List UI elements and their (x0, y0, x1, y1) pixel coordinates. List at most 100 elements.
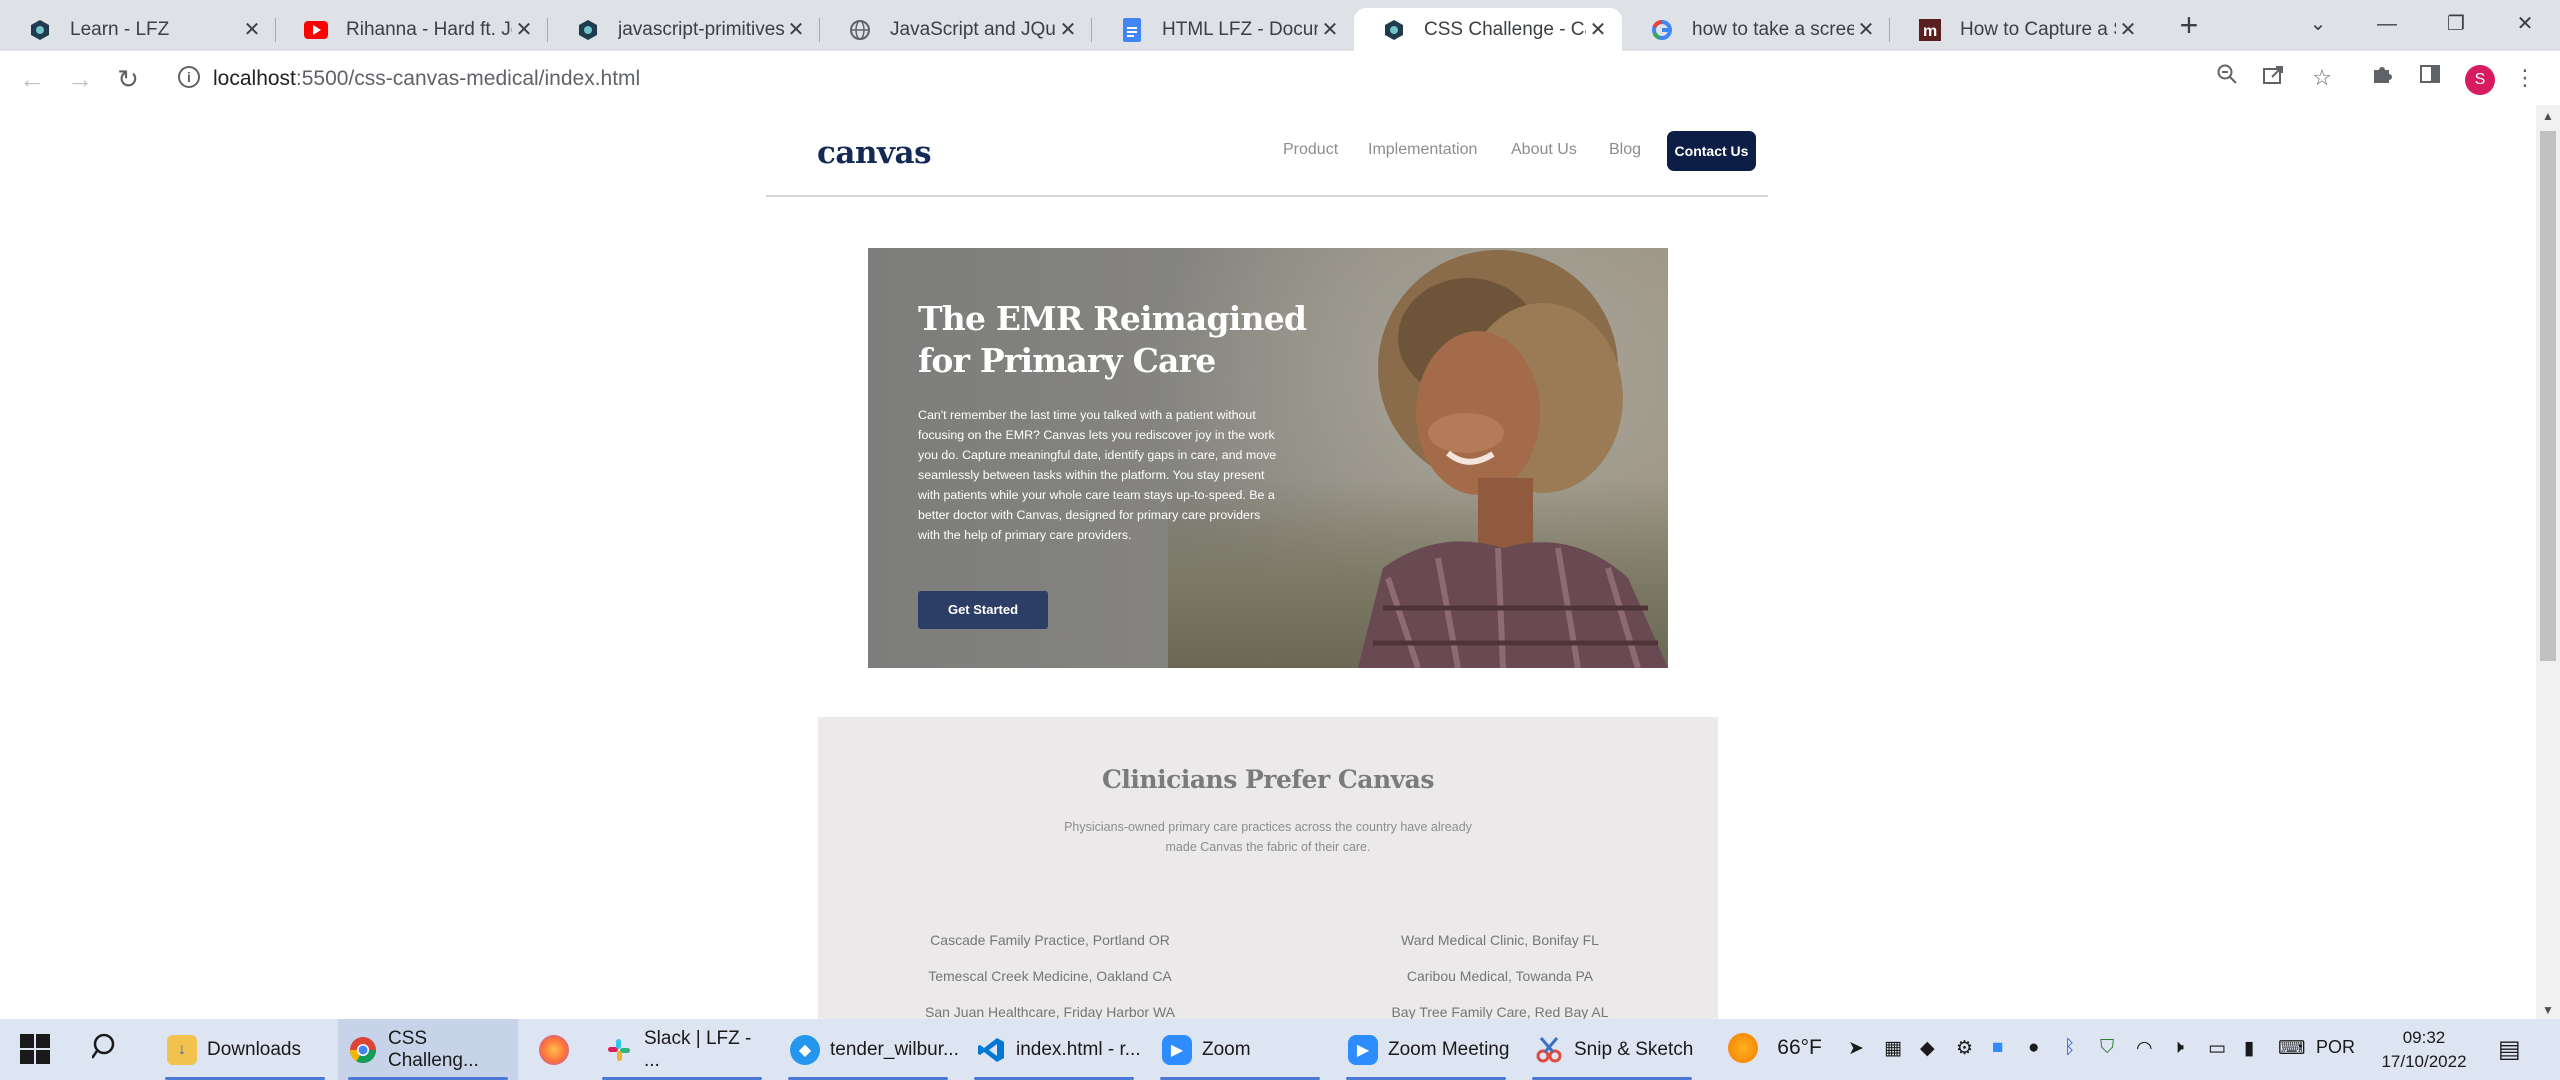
share-icon[interactable] (2259, 63, 2289, 93)
practice-item: Caribou Medical, Towanda PA (1406, 968, 1594, 984)
browser-toolbar: ← → ↻ i localhost:5500/css-canvas-medica… (0, 51, 2560, 104)
reload-icon[interactable]: ↻ (112, 63, 144, 95)
notifications-icon[interactable]: ▤ (2498, 1035, 2521, 1064)
tray-icon[interactable]: ▦ (1884, 1037, 1902, 1060)
globe-icon (848, 18, 872, 42)
browser-tab[interactable]: Rihanna - Hard ft. Jeezy ✕ (276, 8, 548, 51)
bluetooth-icon[interactable]: ᛒ (2064, 1037, 2075, 1059)
site-info-icon[interactable]: i (178, 66, 200, 88)
chrome-menu-icon[interactable]: ⋮ (2510, 63, 2540, 93)
slack-icon (604, 1035, 634, 1065)
taskbar-app-vscode[interactable]: index.html - r... (964, 1019, 1144, 1080)
browser-tab[interactable]: HTML LFZ - Documento ✕ (1092, 8, 1354, 51)
forward-arrow-icon[interactable]: → (64, 63, 96, 95)
browser-tab[interactable]: javascript-primitives-and-variables ✕ (548, 8, 820, 51)
browser-tab[interactable]: Learn - LFZ ✕ (0, 8, 276, 51)
scroll-down-arrow-icon[interactable]: ▼ (2541, 1003, 2555, 1017)
taskbar-app-firefox[interactable] (524, 1019, 584, 1080)
taskbar-app-zoom[interactable]: ▶ Zoom (1150, 1019, 1330, 1080)
nav-link-product[interactable]: Product (1283, 141, 1338, 159)
bookmark-star-icon[interactable]: ☆ (2307, 63, 2337, 93)
new-tab-button[interactable]: + (2173, 9, 2205, 42)
practice-item: Temescal Creek Medicine, Oakland CA (928, 968, 1172, 984)
zoom-magnifier-icon[interactable] (2212, 63, 2242, 93)
practice-item: Cascade Family Practice, Portland OR (930, 932, 1170, 948)
windows-start-icon[interactable] (20, 1034, 50, 1064)
hero-banner: The EMR Reimagined for Primary Care Can'… (868, 248, 1668, 668)
taskbar-app-snip-sketch[interactable]: Snip & Sketch (1522, 1019, 1702, 1080)
close-tab-icon[interactable]: ✕ (1586, 18, 1610, 42)
restore-button[interactable]: ❐ (2432, 6, 2480, 42)
tray-icon[interactable]: ➤ (1848, 1037, 1864, 1060)
taskbar-app-slack[interactable]: Slack | LFZ - ... (592, 1019, 772, 1080)
get-started-button[interactable]: Get Started (918, 591, 1048, 629)
taskbar-app-zoom-meeting[interactable]: ▶ Zoom Meeting (1336, 1019, 1516, 1080)
nav-link-implementation[interactable]: Implementation (1368, 141, 1477, 159)
zoom-icon: ▶ (1348, 1034, 1378, 1065)
scroll-up-arrow-icon[interactable]: ▲ (2541, 109, 2555, 123)
close-tab-icon[interactable]: ✕ (240, 18, 264, 42)
ime-icon[interactable]: ⌨ (2278, 1037, 2305, 1060)
extensions-puzzle-icon[interactable] (2367, 63, 2397, 93)
weather-widget[interactable]: 66°F (1728, 1033, 1822, 1063)
tray-icon[interactable]: ⚙ (1956, 1037, 1973, 1060)
page-scrollbar[interactable]: ▲ ▼ (2536, 105, 2560, 1019)
profile-avatar[interactable]: S (2465, 65, 2495, 95)
youtube-icon (304, 18, 328, 42)
site-logo[interactable]: canvas (817, 135, 932, 171)
close-tab-icon[interactable]: ✕ (512, 18, 536, 42)
close-tab-icon[interactable]: ✕ (1318, 18, 1342, 42)
zoom-tray-icon[interactable]: ■ (1992, 1037, 2003, 1059)
close-tab-icon[interactable]: ✕ (1854, 18, 1878, 42)
close-tab-icon[interactable]: ✕ (784, 18, 808, 42)
practice-item: Ward Medical Clinic, Bonifay FL (1401, 932, 1599, 948)
hero-photo-woman (1358, 250, 1668, 668)
chrome-icon (348, 1035, 378, 1065)
back-arrow-icon[interactable]: ← (16, 63, 48, 95)
nav-link-about-us[interactable]: About Us (1511, 141, 1577, 159)
browser-tab[interactable]: m How to Capture a Screenshot ✕ (1890, 8, 2152, 51)
medium-icon: m (1918, 18, 1942, 42)
svg-text:m: m (1923, 23, 1937, 40)
contact-us-button[interactable]: Contact Us (1667, 131, 1756, 171)
url-text[interactable]: localhost:5500/css-canvas-medical/index.… (213, 67, 640, 91)
defender-shield-icon[interactable]: ⛉ (2100, 1037, 2114, 1059)
minimize-button[interactable]: — (2363, 6, 2411, 42)
side-panel-icon[interactable] (2415, 63, 2445, 93)
browser-tab-strip: Learn - LFZ ✕ Rihanna - Hard ft. Jeezy ✕… (0, 0, 2560, 51)
taskbar-app-docker[interactable]: ◆ tender_wilbur... (778, 1019, 959, 1080)
close-tab-icon[interactable]: ✕ (1056, 18, 1080, 42)
lfz-logo-icon (28, 18, 52, 42)
google-icon (1650, 18, 1674, 42)
microphone-icon[interactable]: ▮ (2244, 1037, 2254, 1060)
tab-search-icon[interactable]: ⌄ (2294, 6, 2342, 42)
taskbar-app-downloads[interactable]: ↓ Downloads (155, 1019, 335, 1080)
vscode-icon (976, 1035, 1006, 1065)
browser-tab[interactable]: how to take a screenshot ✕ (1622, 8, 1890, 51)
wifi-icon[interactable]: ◠ (2136, 1037, 2153, 1060)
nav-link-blog[interactable]: Blog (1609, 141, 1641, 159)
language-indicator[interactable]: POR (2316, 1037, 2355, 1058)
address-bar[interactable]: i localhost:5500/css-canvas-medical/inde… (164, 58, 2556, 98)
search-icon[interactable] (90, 1032, 120, 1067)
google-docs-icon (1120, 17, 1144, 42)
hero-title: The EMR Reimagined for Primary Care (918, 299, 1307, 380)
system-clock[interactable]: 09:32 17/10/2022 (2374, 1026, 2474, 1074)
page-viewport: canvas Product Implementation About Us B… (0, 105, 2536, 1019)
zoom-icon: ▶ (1162, 1034, 1192, 1065)
snip-sketch-icon (1534, 1035, 1564, 1065)
taskbar-app-chrome[interactable]: CSS Challeng... (338, 1019, 518, 1080)
windows-taskbar: ↓ Downloads CSS Challeng... Slack | LFZ … (0, 1019, 2560, 1080)
docker-icon: ◆ (790, 1034, 820, 1065)
scrollbar-thumb[interactable] (2540, 131, 2556, 661)
close-window-button[interactable]: ✕ (2501, 6, 2549, 42)
header-divider (766, 195, 1768, 197)
docker-tray-icon[interactable]: ◆ (1920, 1037, 1935, 1060)
close-tab-icon[interactable]: ✕ (2116, 18, 2140, 42)
browser-tab[interactable]: JavaScript and JQuery ✕ (820, 8, 1092, 51)
chat-tray-icon[interactable]: ● (2028, 1037, 2039, 1059)
volume-icon[interactable]: 🕨 (2172, 1037, 2184, 1059)
battery-icon[interactable]: ▭ (2208, 1037, 2226, 1060)
browser-tab-active[interactable]: CSS Challenge - Canvas ✕ (1354, 8, 1622, 51)
lfz-logo-icon (576, 18, 600, 42)
